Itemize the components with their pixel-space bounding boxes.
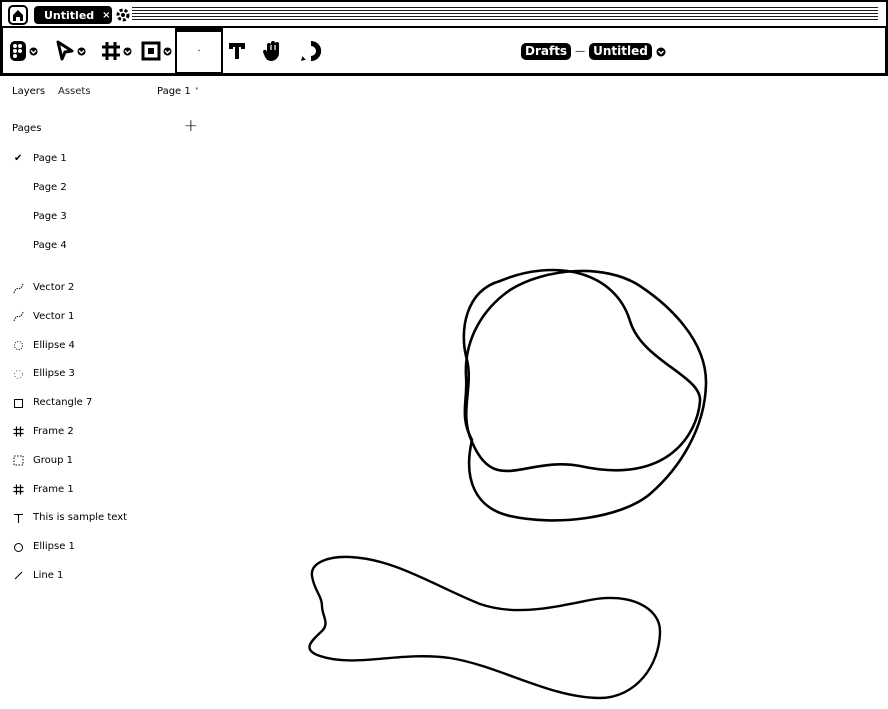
layer-label: Rectangle 7: [33, 397, 93, 409]
title-bar-drag-area[interactable]: [132, 7, 878, 21]
file-tab-label: Untitled: [44, 8, 95, 22]
tab-assets[interactable]: Assets: [58, 86, 91, 97]
layer-ellipse-1[interactable]: Ellipse 1: [0, 539, 210, 568]
text-tool-button[interactable]: [227, 38, 247, 64]
upper-blob[interactable]: [463, 269, 708, 522]
layers-panel: Layers Assets Page 1 ˅ Pages + ✔ Page 1 …: [0, 76, 210, 709]
ellipse-icon: [12, 541, 24, 553]
panel-tabs: Layers Assets Page 1 ˅: [12, 86, 202, 102]
add-page-icon[interactable]: +: [184, 118, 198, 135]
comment-tool-button[interactable]: [299, 38, 323, 64]
tab-bar: Untitled ×: [0, 0, 888, 26]
pages-header: Pages +: [12, 118, 198, 135]
layer-label: Vector 2: [33, 282, 75, 293]
layer-vector-2[interactable]: Vector 2: [0, 280, 210, 309]
layer-line-1[interactable]: Line 1: [0, 568, 210, 597]
cursor-icon: [56, 40, 74, 61]
chevron-down-icon: [163, 47, 172, 55]
chevron-down-icon: [77, 47, 86, 55]
group-icon: [12, 455, 24, 467]
frame-icon: [12, 484, 24, 496]
close-tab-icon[interactable]: ×: [102, 10, 110, 21]
frame-icon: [102, 42, 120, 60]
page-item-label: Page 1: [33, 153, 67, 164]
layer-rectangle-7[interactable]: Rectangle 7: [0, 395, 210, 424]
chevron-down-icon: ˅: [194, 87, 199, 96]
ellipse-icon: [12, 340, 24, 352]
lower-blob[interactable]: [308, 555, 662, 700]
ellipse-icon: [12, 368, 24, 380]
file-tab[interactable]: Untitled ×: [34, 6, 112, 24]
page-item-label: Page 4: [33, 240, 67, 251]
frame-tool-button[interactable]: [101, 38, 132, 64]
page-item-label: Page 2: [33, 182, 67, 193]
layer-label: Vector 1: [33, 310, 75, 322]
chevron-down-icon: [123, 47, 132, 55]
page-item-3[interactable]: Page 3: [0, 210, 210, 239]
toolbar: · Drafts — Untitled: [0, 26, 888, 76]
figma-logo-icon: [10, 41, 26, 61]
frame-icon: [12, 426, 24, 438]
text-icon: [229, 43, 245, 59]
vector-icon: [12, 311, 24, 323]
layer-label: Frame 1: [33, 483, 74, 495]
chevron-down-icon[interactable]: [656, 47, 666, 57]
rectangle-icon: [141, 41, 161, 61]
layer-list: Vector 2 Vector 1 Ellipse 4 Ellipse 3 Re…: [0, 280, 210, 597]
rectangle-icon: [12, 397, 24, 409]
page-list: ✔ Page 1 Page 2 Page 3 Page 4: [0, 152, 210, 268]
page-selector-label: Page 1: [157, 86, 191, 97]
home-button[interactable]: [8, 5, 28, 25]
pen-tool-button[interactable]: ·: [175, 28, 223, 74]
breadcrumb: Drafts — Untitled: [521, 43, 666, 60]
home-icon: [13, 10, 23, 21]
move-tool-button[interactable]: [55, 38, 86, 64]
shape-tool-button[interactable]: [141, 38, 172, 64]
layer-ellipse-4[interactable]: Ellipse 4: [0, 338, 210, 367]
design-canvas[interactable]: [210, 76, 888, 709]
page-item-2[interactable]: Page 2: [0, 181, 210, 210]
page-item-label: Page 3: [33, 211, 67, 222]
layer-label: Frame 2: [33, 425, 74, 437]
layer-frame-1[interactable]: Frame 1: [0, 482, 210, 511]
layer-ellipse-3[interactable]: Ellipse 3: [0, 366, 210, 395]
layer-label: Ellipse 1: [33, 541, 75, 553]
canvas-drawing: [308, 268, 708, 700]
layer-label: Group 1: [33, 454, 73, 466]
comment-icon: [301, 40, 322, 61]
layer-label: This is sample text: [33, 512, 128, 524]
breadcrumb-separator: —: [575, 46, 586, 57]
hand-icon: [262, 41, 279, 61]
layer-sample-text[interactable]: This is sample text: [0, 510, 210, 539]
main-menu-button[interactable]: [9, 38, 38, 64]
pages-heading: Pages: [12, 123, 42, 134]
vector-icon: [12, 282, 24, 294]
page-selector[interactable]: Page 1 ˅: [157, 86, 199, 97]
hand-tool-button[interactable]: [261, 38, 285, 64]
app-chrome: Untitled × · Drafts — Untitled: [0, 0, 888, 76]
line-icon: [12, 570, 24, 582]
text-icon: [12, 512, 24, 524]
breadcrumb-drafts[interactable]: Drafts: [521, 43, 572, 60]
settings-icon[interactable]: [115, 7, 131, 23]
layer-label: Line 1: [33, 569, 64, 581]
tab-layers[interactable]: Layers: [12, 86, 45, 97]
breadcrumb-file-name[interactable]: Untitled: [589, 43, 652, 60]
chevron-down-icon: [29, 47, 38, 55]
layer-vector-1[interactable]: Vector 1: [0, 309, 210, 338]
checkmark-icon: ✔: [14, 153, 23, 164]
page-item-4[interactable]: Page 4: [0, 239, 210, 268]
layer-label: Ellipse 3: [33, 368, 75, 380]
layer-group-1[interactable]: Group 1: [0, 453, 210, 482]
layer-frame-2[interactable]: Frame 2: [0, 424, 210, 453]
pen-icon: ·: [197, 46, 201, 57]
layer-label: Ellipse 4: [33, 339, 75, 351]
page-item-1[interactable]: ✔ Page 1: [0, 152, 210, 181]
